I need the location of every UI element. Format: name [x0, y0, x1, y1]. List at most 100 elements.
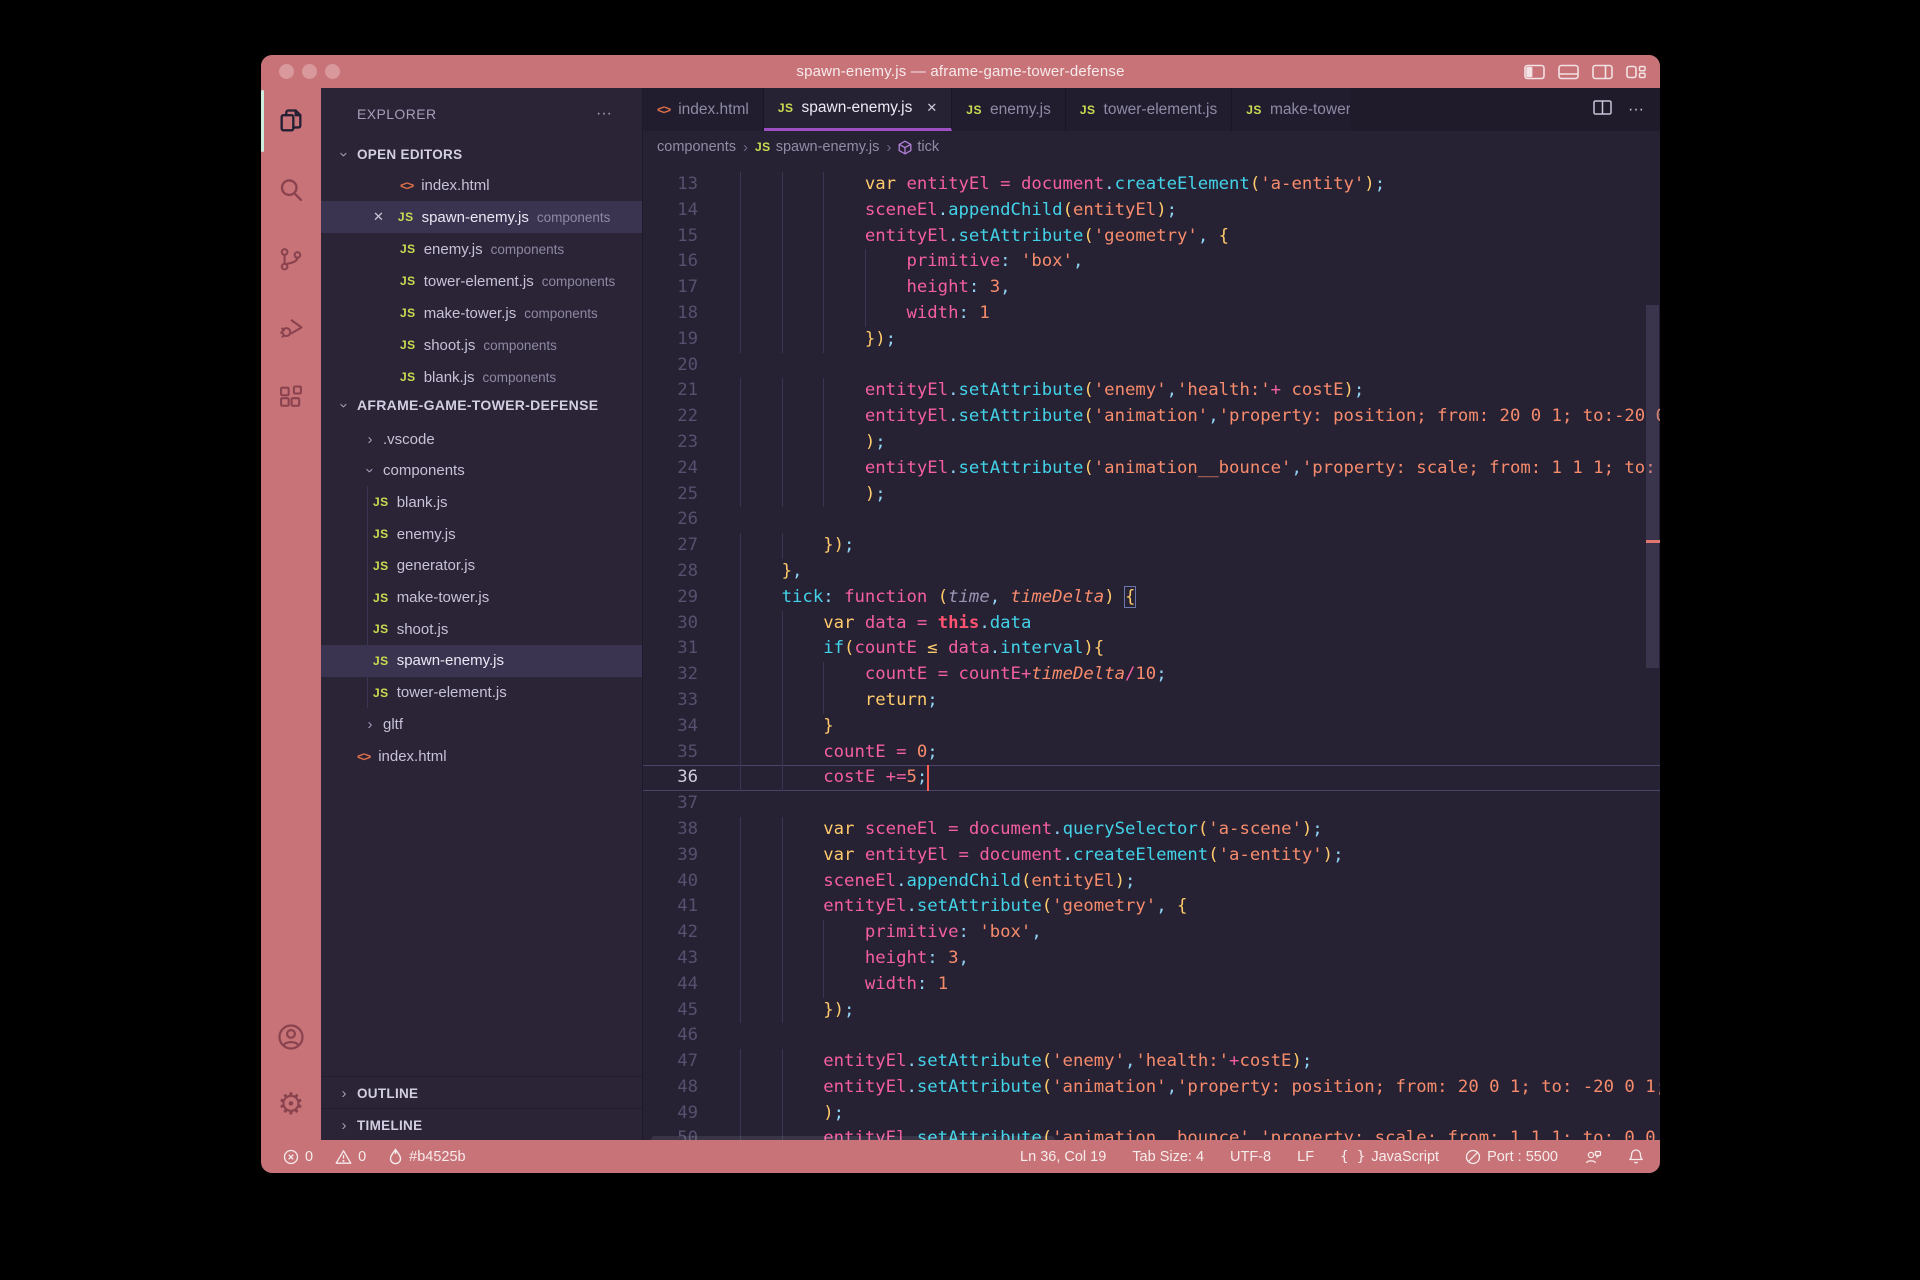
code-line[interactable]: 33 return;: [643, 688, 1660, 714]
vertical-scrollbar[interactable]: [1646, 305, 1659, 668]
explorer-more-actions[interactable]: ···: [596, 101, 636, 127]
code-line[interactable]: 21 entityEl.setAttribute('enemy','health…: [643, 378, 1660, 404]
breadcrumb-item-components[interactable]: components: [657, 139, 736, 155]
code-line[interactable]: 41 entityEl.setAttribute('geometry', {: [643, 894, 1660, 920]
more-actions-icon[interactable]: ···: [1628, 101, 1644, 119]
code-line[interactable]: 38 var sceneEl = document.querySelector(…: [643, 817, 1660, 843]
status-ln-36-col-19[interactable]: Ln 36, Col 19: [1020, 1149, 1106, 1165]
code-line[interactable]: 31 if(countE ≤ data.interval){: [643, 636, 1660, 662]
tree-item-make-tower.js[interactable]: JSmake-tower.js: [321, 582, 642, 614]
timeline-header[interactable]: › TIMELINE: [321, 1109, 642, 1141]
tree-item-tower-element.js[interactable]: JStower-element.js: [321, 677, 642, 709]
run-debug-icon[interactable]: [261, 297, 321, 359]
code-line[interactable]: 40 sceneEl.appendChild(entityEl);: [643, 869, 1660, 895]
code-line[interactable]: 13 var entityEl = document.createElement…: [643, 172, 1660, 198]
code-line[interactable]: 36 costE +=5;: [643, 765, 1660, 791]
close-button[interactable]: [279, 64, 294, 79]
close-icon[interactable]: ✕: [926, 100, 937, 116]
tree-item-gltf[interactable]: ›gltf: [321, 708, 642, 740]
breadcrumb-item-tick[interactable]: tick: [898, 139, 939, 155]
tree-item-enemy.js[interactable]: JSenemy.js: [321, 518, 642, 550]
search-icon[interactable]: [261, 159, 321, 221]
title-bar[interactable]: spawn-enemy.js — aframe-game-tower-defen…: [261, 55, 1660, 88]
code-line[interactable]: 37: [643, 791, 1660, 817]
open-editor-spawn-enemy.js[interactable]: ✕JSspawn-enemy.jscomponents: [321, 201, 642, 233]
status-feedback-icon[interactable]: [1584, 1149, 1602, 1165]
code-line[interactable]: 27 });: [643, 533, 1660, 559]
code-line[interactable]: 34 }: [643, 714, 1660, 740]
status-#b4525b[interactable]: #b4525b: [388, 1148, 465, 1165]
split-editor-icon[interactable]: [1593, 100, 1612, 120]
tab-enemy.js[interactable]: JSenemy.js: [952, 88, 1066, 131]
code-line[interactable]: 47 entityEl.setAttribute('enemy','health…: [643, 1049, 1660, 1075]
minimize-button[interactable]: [302, 64, 317, 79]
status-0[interactable]: 0: [335, 1149, 366, 1165]
code-line[interactable]: 29 tick: function (time, timeDelta) {: [643, 585, 1660, 611]
status-0[interactable]: 0: [283, 1149, 313, 1165]
code-line[interactable]: 35 countE = 0;: [643, 740, 1660, 766]
extensions-icon[interactable]: [261, 366, 321, 428]
code-line[interactable]: 22 entityEl.setAttribute('animation','pr…: [643, 404, 1660, 430]
code-line[interactable]: 15 entityEl.setAttribute('geometry', {: [643, 224, 1660, 250]
breadcrumb-item-spawn-enemy.js[interactable]: JSspawn-enemy.js: [755, 139, 879, 155]
code-line[interactable]: 30 var data = this.data: [643, 611, 1660, 637]
code-line[interactable]: 42 primitive: 'box',: [643, 920, 1660, 946]
tree-item-blank.js[interactable]: JSblank.js: [321, 486, 642, 518]
code-line[interactable]: 24 entityEl.setAttribute('animation__bou…: [643, 456, 1660, 482]
settings-gear-icon[interactable]: ⚙: [261, 1074, 321, 1136]
files-icon[interactable]: [261, 90, 321, 152]
account-icon[interactable]: [261, 1006, 321, 1068]
status-bell-icon[interactable]: [1628, 1148, 1644, 1165]
open-editor-make-tower.js[interactable]: JSmake-tower.jscomponents: [321, 297, 642, 329]
tree-item-generator.js[interactable]: JSgenerator.js: [321, 550, 642, 582]
toggle-primary-sidebar-icon[interactable]: [1524, 64, 1545, 80]
zoom-button[interactable]: [325, 64, 340, 79]
code-line[interactable]: 45 });: [643, 998, 1660, 1024]
open-editor-shoot.js[interactable]: JSshoot.jscomponents: [321, 329, 642, 361]
source-control-icon[interactable]: [261, 228, 321, 290]
tab-make-tower.js[interactable]: JSmake-tower.js: [1232, 88, 1350, 131]
tree-item-index.html[interactable]: <>index.html: [321, 740, 642, 772]
code-line[interactable]: 39 var entityEl = document.createElement…: [643, 843, 1660, 869]
status-tab-size-4[interactable]: Tab Size: 4: [1132, 1149, 1204, 1165]
status-utf-8[interactable]: UTF-8: [1230, 1149, 1271, 1165]
tree-item-spawn-enemy.js[interactable]: JSspawn-enemy.js: [321, 645, 642, 677]
open-editors-header[interactable]: › OPEN EDITORS: [321, 140, 642, 168]
customize-layout-icon[interactable]: [1626, 64, 1646, 80]
open-editor-enemy.js[interactable]: JSenemy.jscomponents: [321, 233, 642, 265]
code-line[interactable]: 49 );: [643, 1101, 1660, 1127]
workspace-header[interactable]: › AFRAME-GAME-TOWER-DEFENSE: [321, 389, 642, 421]
code-editor[interactable]: 13 var entityEl = document.createElement…: [643, 163, 1660, 1140]
tree-item-components[interactable]: ›components: [321, 455, 642, 487]
code-line[interactable]: 17 height: 3,: [643, 275, 1660, 301]
code-line[interactable]: 25 );: [643, 482, 1660, 508]
code-line[interactable]: 46: [643, 1023, 1660, 1049]
code-line[interactable]: 43 height: 3,: [643, 946, 1660, 972]
code-line[interactable]: 16 primitive: 'box',: [643, 249, 1660, 275]
code-line[interactable]: 20: [643, 353, 1660, 379]
tab-tower-element.js[interactable]: JStower-element.js: [1066, 88, 1232, 131]
code-line[interactable]: 28 },: [643, 559, 1660, 585]
tab-spawn-enemy.js[interactable]: JSspawn-enemy.js✕: [764, 88, 952, 131]
code-line[interactable]: 14 sceneEl.appendChild(entityEl);: [643, 198, 1660, 224]
close-icon[interactable]: ✕: [373, 209, 384, 225]
toggle-secondary-sidebar-icon[interactable]: [1592, 64, 1613, 80]
status-javascript[interactable]: { }JavaScript: [1340, 1149, 1439, 1165]
status-lf[interactable]: LF: [1297, 1149, 1314, 1165]
code-line[interactable]: 18 width: 1: [643, 301, 1660, 327]
code-line[interactable]: 26: [643, 507, 1660, 533]
code-line[interactable]: 19 });: [643, 327, 1660, 353]
code-line[interactable]: 32 countE = countE+timeDelta/10;: [643, 662, 1660, 688]
open-editor-index.html[interactable]: <>index.html: [321, 169, 642, 201]
code-line[interactable]: 23 );: [643, 430, 1660, 456]
code-line[interactable]: 44 width: 1: [643, 972, 1660, 998]
code-line[interactable]: 48 entityEl.setAttribute('animation','pr…: [643, 1075, 1660, 1101]
tree-item-shoot.js[interactable]: JSshoot.js: [321, 613, 642, 645]
status-label: LF: [1297, 1149, 1314, 1165]
tab-index.html[interactable]: <>index.html: [643, 88, 764, 131]
status-port-5500[interactable]: Port : 5500: [1465, 1149, 1558, 1165]
outline-header[interactable]: › OUTLINE: [321, 1077, 642, 1109]
tree-item-.vscode[interactable]: ›.vscode: [321, 423, 642, 455]
open-editor-tower-element.js[interactable]: JStower-element.jscomponents: [321, 265, 642, 297]
toggle-panel-icon[interactable]: [1558, 64, 1579, 80]
